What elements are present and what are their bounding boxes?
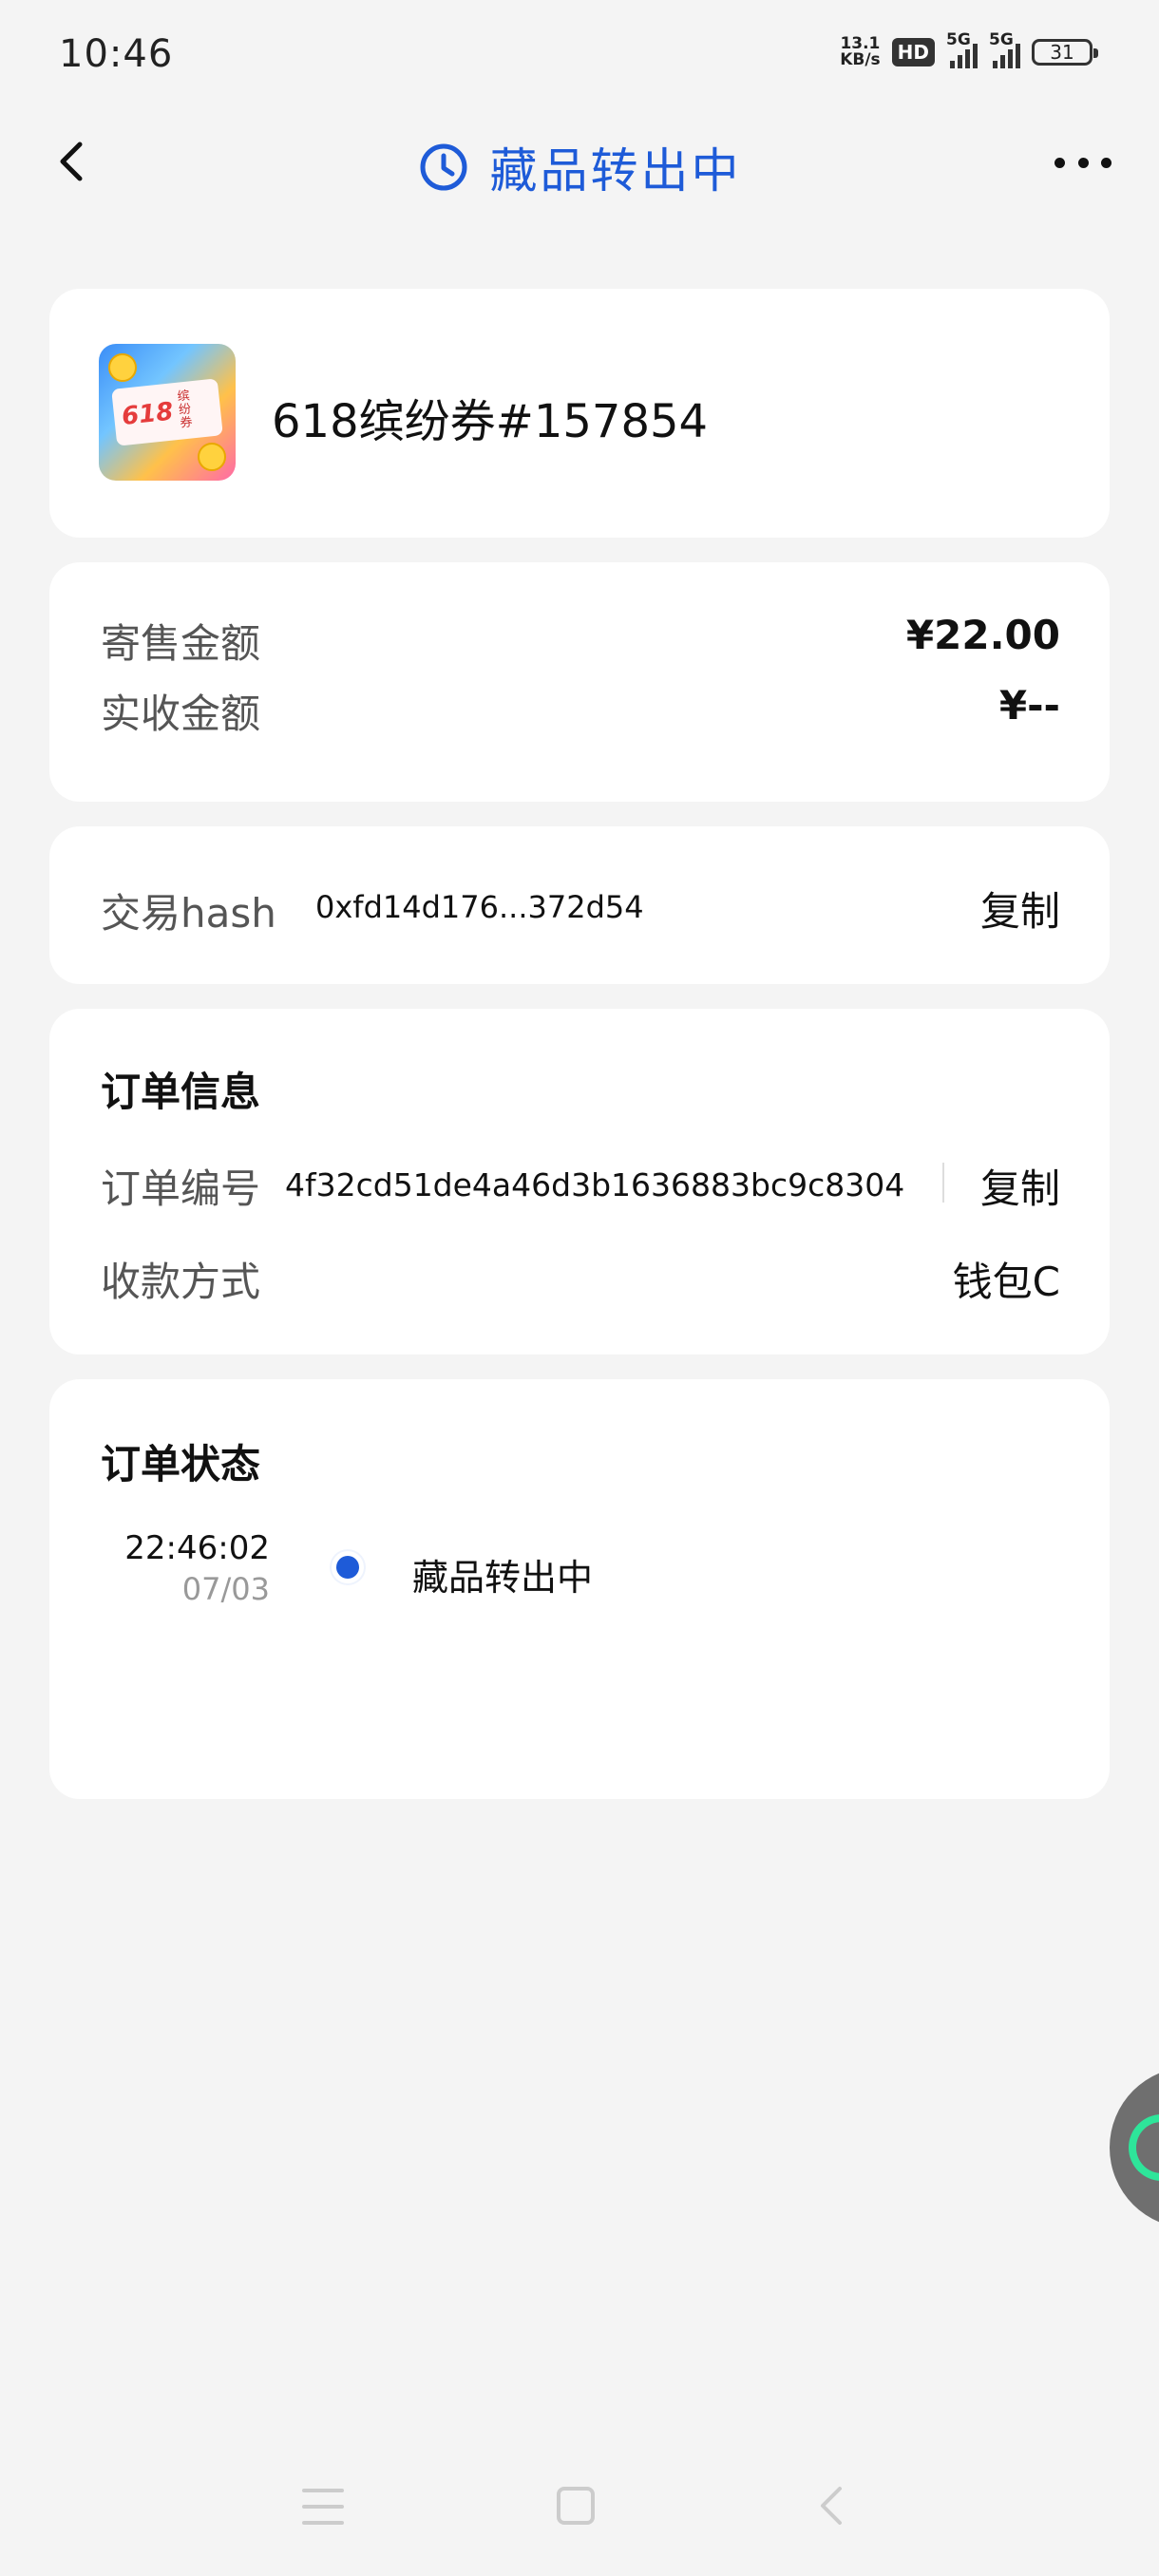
payment-method-value: 钱包C — [952, 1259, 1060, 1305]
network-speed-unit: KB/s — [840, 50, 881, 69]
order-info-card: 订单信息 订单编号 4f32cd51de4a46d3b1636883bc9c83… — [49, 1009, 1110, 1354]
ticket-graphic: 618 缤纷券 — [111, 378, 223, 446]
system-nav-bar — [0, 2443, 1159, 2576]
more-options-button[interactable] — [1054, 148, 1112, 177]
amount-card: 寄售金额 ¥22.00 实收金额 ¥-- — [49, 562, 1110, 802]
clock-icon — [420, 143, 466, 191]
order-number-value: 4f32cd51de4a46d3b1636883bc9c8304 — [285, 1166, 905, 1203]
page-title: 藏品转出中 — [489, 143, 742, 199]
status-entry-date: 07/03 — [181, 1571, 270, 1607]
payment-method-label: 收款方式 — [101, 1259, 261, 1305]
hd-icon: HD — [891, 38, 935, 66]
home-icon[interactable] — [557, 2487, 595, 2525]
received-amount-value: ¥-- — [998, 682, 1060, 729]
product-thumbnail: 618 缤纷券 — [99, 344, 236, 481]
hash-label: 交易hash — [101, 890, 276, 937]
more-dot — [1077, 157, 1089, 168]
order-status-card: 订单状态 22:46:02 07/03 藏品转出中 — [49, 1379, 1110, 1799]
network-speed: 13.1 KB/s — [840, 36, 880, 68]
signal-tag: 5G — [946, 30, 971, 49]
nav-back-icon[interactable] — [813, 2485, 851, 2527]
coin-decoration — [198, 443, 226, 471]
divider — [942, 1163, 944, 1203]
order-number-label: 订单编号 — [101, 1165, 261, 1212]
sale-amount-value: ¥22.00 — [905, 612, 1060, 658]
status-bar: 10:46 13.1 KB/s HD 5G 5G 31 — [0, 0, 1159, 114]
product-card[interactable]: 618 缤纷券 618缤纷券#157854 — [49, 289, 1110, 538]
status-time: 10:46 — [59, 32, 174, 76]
battery-level: 31 — [1050, 41, 1074, 64]
floating-assist-button[interactable] — [1110, 2067, 1159, 2228]
order-status-title: 订单状态 — [101, 1441, 261, 1487]
sale-amount-label: 寄售金额 — [101, 620, 261, 667]
order-info-title: 订单信息 — [101, 1069, 261, 1115]
status-entry-time: 22:46:02 — [124, 1529, 270, 1567]
status-indicators: 13.1 KB/s HD 5G 5G 31 — [840, 30, 1098, 68]
signal-5g-icon-2: 5G — [989, 30, 1020, 68]
signal-tag-2: 5G — [989, 30, 1014, 49]
thumb-side-text: 缤纷券 — [176, 388, 194, 431]
copy-hash-button[interactable]: 复制 — [980, 880, 1060, 938]
coin-decoration — [108, 353, 137, 382]
header: 藏品转出中 — [0, 114, 1159, 209]
received-amount-label: 实收金额 — [101, 691, 261, 737]
more-dot — [1101, 157, 1112, 168]
thumb-618-text: 618 — [120, 397, 175, 431]
battery-icon: 31 — [1032, 39, 1098, 66]
menu-icon[interactable] — [302, 2489, 344, 2525]
status-entry-text: 藏品转出中 — [412, 1557, 594, 1599]
product-name: 618缤纷券#157854 — [272, 395, 709, 448]
more-dot — [1054, 157, 1065, 168]
transaction-hash-card: 交易hash 0xfd14d176...372d54 复制 — [49, 826, 1110, 984]
page-title-group: 藏品转出中 — [0, 133, 1159, 201]
hash-value: 0xfd14d176...372d54 — [315, 889, 644, 925]
signal-5g-icon: 5G — [946, 30, 978, 68]
copy-order-number-button[interactable]: 复制 — [980, 1157, 1060, 1215]
timeline-dot-icon — [336, 1556, 359, 1579]
